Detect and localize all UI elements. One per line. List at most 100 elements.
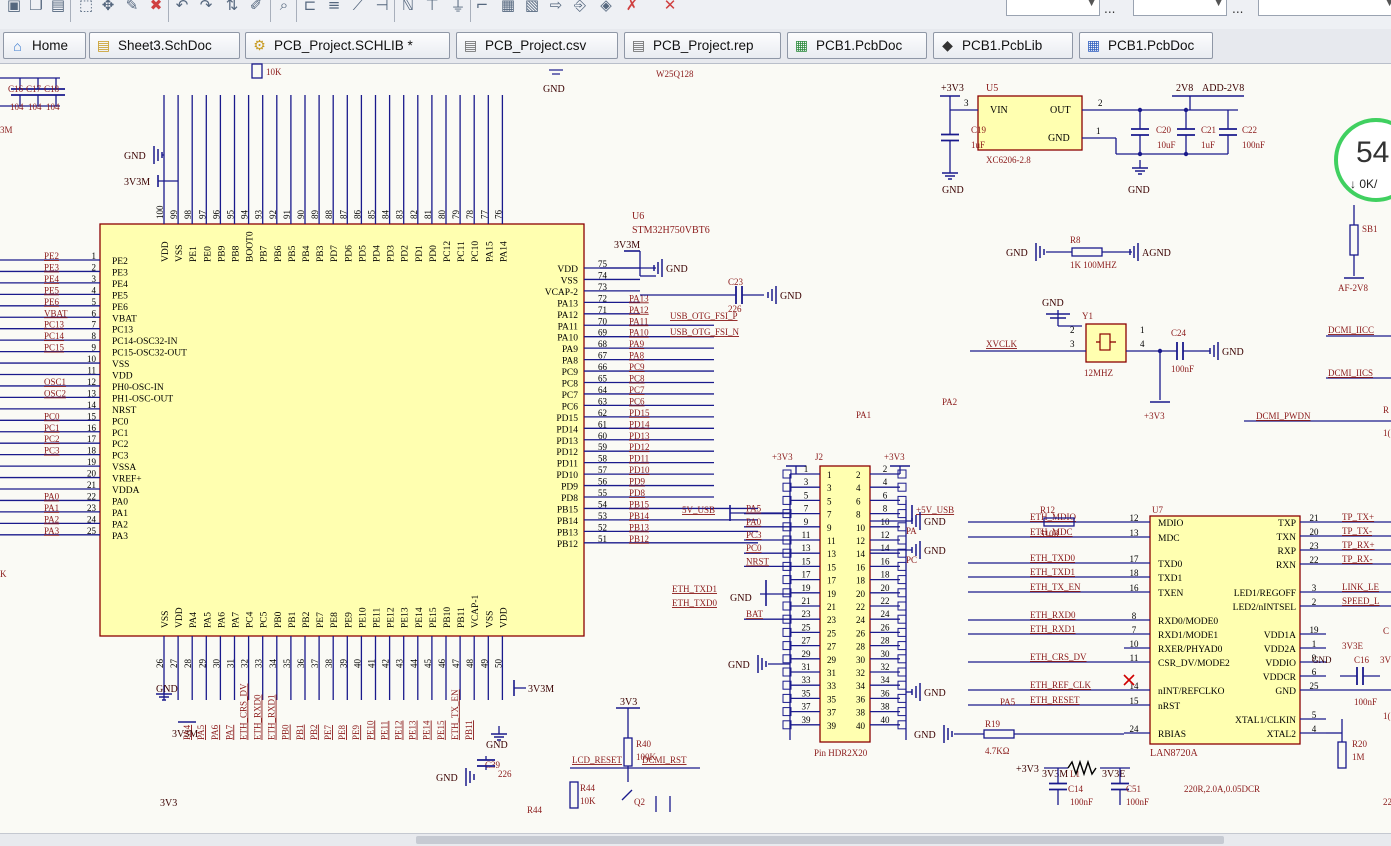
mcu-pin-name: PA14 [499, 241, 509, 262]
mcu-pin-number: 91 [282, 210, 292, 219]
chevron-down-icon: ▼ [1215, 0, 1222, 8]
schematic-canvas[interactable]: U6 STM32H750VBT6 PE2 1 PE2 PE3 2 PE3 PE4 3 PE4 PE5 4… [0, 63, 1391, 845]
mcu-pin-number: 60 [598, 431, 608, 441]
connector-inner-number: 5 [827, 496, 832, 506]
cap-designator: C23 [728, 277, 744, 287]
r8-part[interactable] [1071, 247, 1103, 257]
mcu-pin-name: PE13 [401, 607, 411, 628]
no-erc-icon[interactable]: ✗ [622, 0, 642, 16]
net-icon[interactable]: ℕ [398, 0, 418, 16]
phy-pin-number: 23 [1310, 541, 1320, 551]
toolbar-dropdown-2[interactable]: ▼ [1133, 0, 1227, 16]
mcu-pin-name: PC11 [457, 241, 467, 262]
tab-pcb-project-csv[interactable]: ▤ PCB_Project.csv [456, 32, 618, 59]
mcu-pin-number: 68 [598, 339, 608, 349]
net-label: PA2 [942, 397, 957, 407]
align-icon[interactable]: ⇅ [222, 0, 242, 16]
tab-pcb-project-rep[interactable]: ▤ PCB_Project.rep [624, 32, 781, 59]
gnd-label: GND [730, 593, 752, 604]
connector-pin-number: 32 [881, 662, 890, 672]
toolbar-more-1[interactable]: ... [1104, 2, 1115, 16]
sb1-part[interactable] [1349, 224, 1359, 256]
phy-pin-number: 1 [1312, 639, 1317, 649]
res-designator: SB1 [1362, 224, 1378, 234]
mcu-pin-number: 9 [92, 343, 97, 353]
r19-part[interactable] [983, 729, 1015, 739]
redo-icon[interactable]: ↷ [196, 0, 216, 16]
phy-right-net: SPEED_L [1342, 596, 1380, 606]
brush-icon[interactable]: ✐ [246, 0, 266, 16]
tab-pcb1-pcblib[interactable]: ◆ PCB1.PcbLib [933, 32, 1073, 59]
toolbar-separator [296, 0, 297, 22]
partial-net: K [0, 569, 7, 579]
r20-part[interactable] [1337, 741, 1347, 769]
mcu-pin-name: PE2 [112, 257, 128, 267]
tab-pcb-project-schlib[interactable]: ⚙ PCB_Project.SCHLIB * [245, 32, 450, 59]
mcu-pin-name: BOOT0 [246, 231, 256, 262]
wire-icon[interactable]: ⌐ [472, 0, 492, 16]
connector-pin-number: 10 [881, 517, 891, 527]
bus-icon[interactable]: ≡ [324, 0, 344, 16]
zoom-icon[interactable]: ⌕ [274, 0, 294, 16]
mcu-pin-number: 39 [338, 659, 348, 669]
gnd-icon[interactable]: ⏚ [448, 0, 468, 16]
toolbar-dropdown-3[interactable]: ▼ [1258, 0, 1391, 16]
mcu-pin-name: PA8 [562, 357, 578, 367]
harness-icon[interactable]: ⎆ [570, 0, 590, 16]
bus-entry-icon[interactable]: ⟋ [348, 0, 368, 16]
horizontal-scrollbar[interactable] [0, 833, 1391, 846]
schematic-drawing[interactable]: U6STM32H750VBT6PE21PE2PE32PE3PE43PE4PE54… [0, 63, 1391, 845]
mcu-right-net: PC6 [629, 396, 645, 406]
r-10k-part[interactable] [251, 63, 263, 79]
tab-label: PCB1.PcbDoc [1108, 38, 1195, 53]
tab-home[interactable]: ⌂ Home [3, 32, 86, 59]
pin-icon[interactable]: ⊣ [372, 0, 392, 16]
mcu-pin-name: PA2 [112, 520, 128, 530]
mcu-pin-name: PA15 [485, 241, 495, 262]
pin-number: 3 [964, 98, 969, 108]
tab-sheet3-schdoc[interactable]: ▤ Sheet3.SchDoc [89, 32, 240, 59]
mcu-right-net: PD8 [629, 488, 646, 498]
copy-icon[interactable]: ❐ [26, 0, 46, 16]
move-icon[interactable]: ✥ [98, 0, 118, 16]
mcu-u6-part[interactable] [99, 223, 585, 637]
power-port-icon[interactable]: ⊤ [422, 0, 442, 16]
crystal-y1-part[interactable] [1085, 323, 1127, 363]
connector-inner-number: 11 [827, 536, 836, 546]
power-net-label: 3V3E [1102, 769, 1125, 780]
phy-pin-name: TXP [1278, 519, 1296, 529]
port-icon[interactable]: ⇨ [546, 0, 566, 16]
part-icon[interactable]: ▦ [498, 0, 518, 16]
paste-icon[interactable]: ▣ [4, 0, 24, 16]
phy-right-net: LINK_LE [1342, 582, 1379, 592]
directive-icon[interactable]: ◈ [596, 0, 616, 16]
toolbar-dropdown-1[interactable]: ▼ [1006, 0, 1100, 16]
mcu-pin-number: 50 [493, 659, 503, 669]
mcu-pin-name: PB11 [457, 607, 467, 628]
mcu-pin-name: PD11 [557, 460, 579, 470]
tab-pcb1-pcbdoc[interactable]: ▦ PCB1.PcbDoc [1079, 32, 1213, 59]
select-rect-icon[interactable]: ⬚ [76, 0, 96, 16]
connector-inner-number: 3 [827, 483, 832, 493]
sheet-icon[interactable]: ▧ [522, 0, 542, 16]
wire-edit-icon[interactable]: ✎ [122, 0, 142, 16]
delete-icon[interactable]: ✖ [146, 0, 166, 16]
mcu-pin-number: 44 [409, 659, 419, 669]
power-net-label: +3V3 [1016, 764, 1039, 775]
cap-value: 100nF [1070, 797, 1093, 807]
toolbar-more-2[interactable]: ... [1232, 2, 1243, 16]
clipboard-icon[interactable]: ▤ [48, 0, 68, 16]
tab-pcb1-pcbdoc[interactable]: ▦ PCB1.PcbDoc [787, 32, 927, 59]
mcu-pin-name: PH1-OSC-OUT [112, 394, 173, 404]
mcu-pin-number: 59 [598, 442, 608, 452]
mcu-left-net: PA2 [44, 514, 59, 524]
cap-value: 10uF [1157, 140, 1176, 150]
r44-part[interactable] [569, 781, 579, 809]
r40-part[interactable] [623, 737, 633, 767]
close-icon[interactable]: ✕ [660, 0, 680, 16]
horizontal-scrollbar-thumb[interactable] [416, 836, 1224, 844]
cap-designator: C22 [1242, 125, 1257, 135]
net-label-icon[interactable]: ⊏ [300, 0, 320, 16]
mcu-pin-number: 13 [87, 388, 97, 398]
undo-icon[interactable]: ↶ [172, 0, 192, 16]
